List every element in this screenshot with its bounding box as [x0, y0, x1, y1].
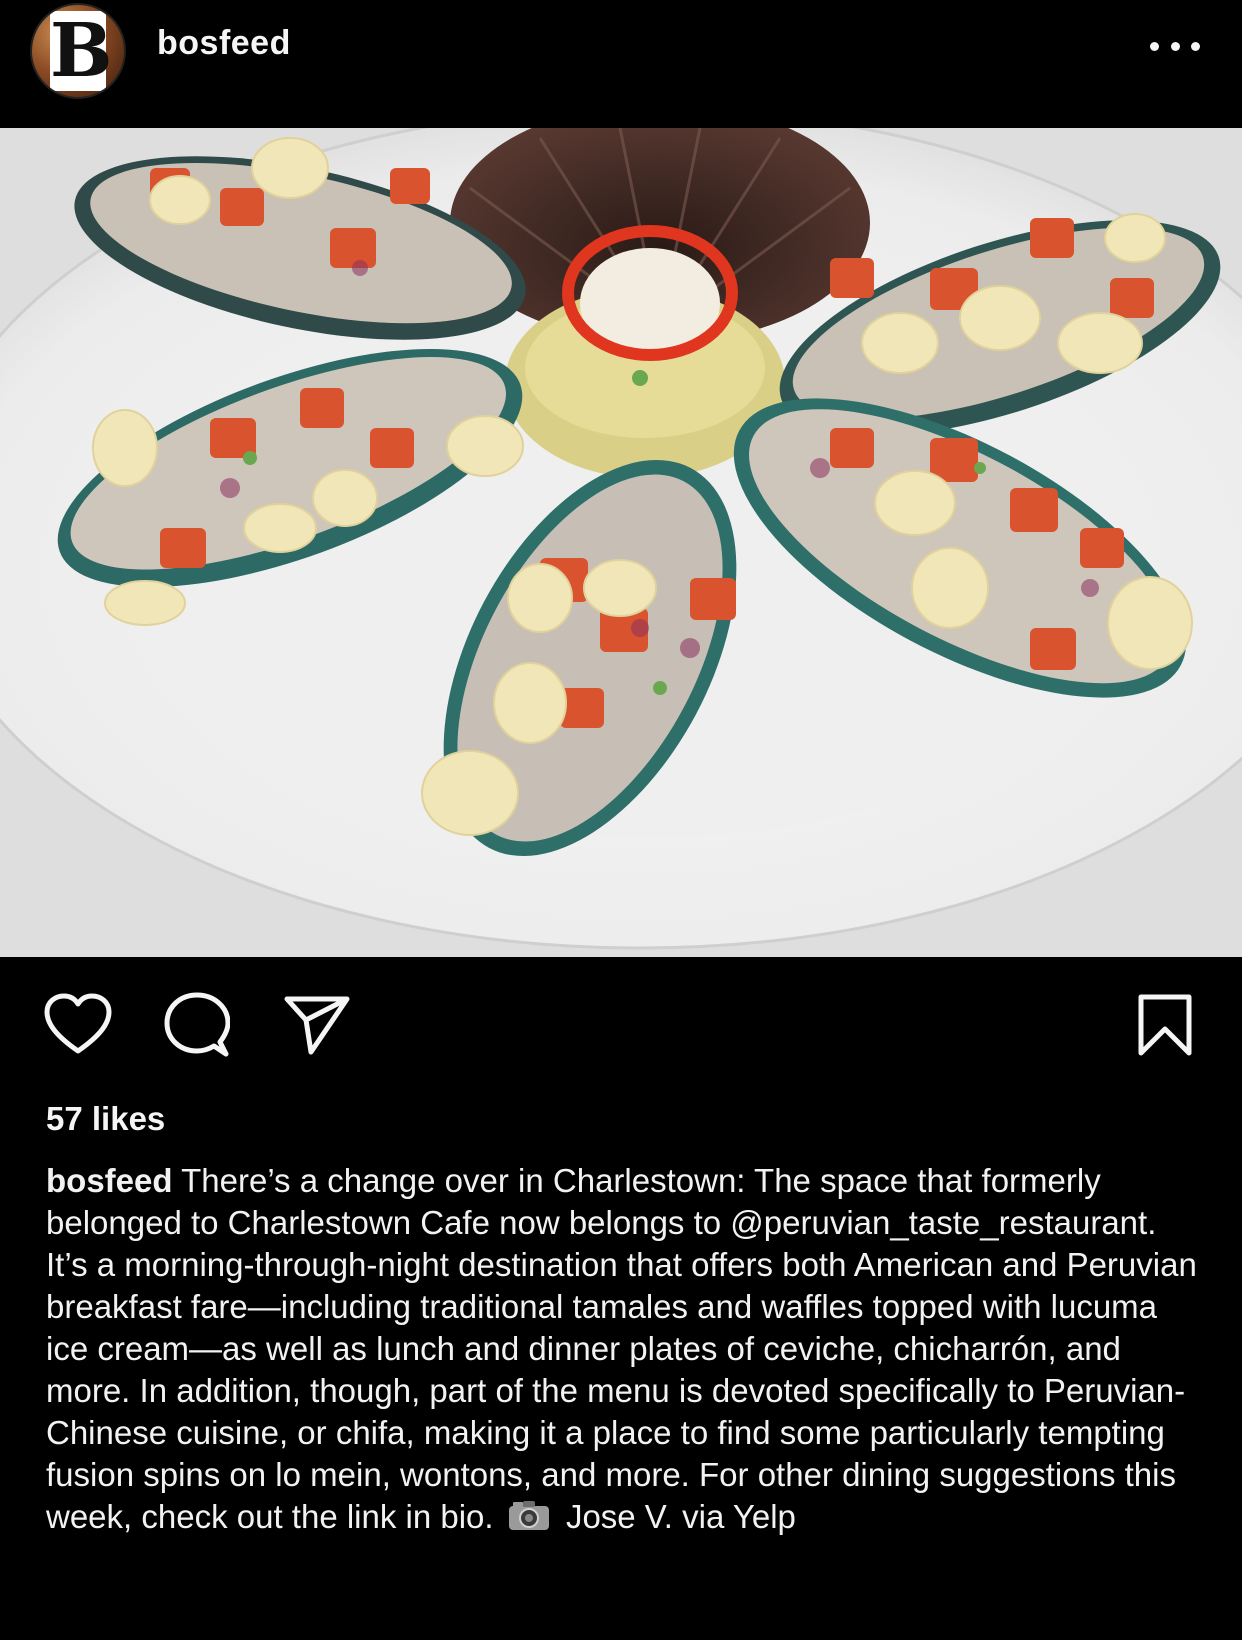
action-bar [0, 990, 1242, 1070]
post-caption: bosfeed There’s a change over in Charles… [46, 1160, 1206, 1542]
post-image[interactable] [0, 128, 1242, 957]
avatar-logo: B [50, 8, 113, 94]
likes-count[interactable]: 57 likes [46, 1100, 165, 1138]
caption-username[interactable]: bosfeed [46, 1162, 173, 1199]
more-options-icon[interactable] [1150, 34, 1200, 58]
post-header: B bosfeed [0, 0, 1242, 128]
paper-plane-icon[interactable] [282, 990, 352, 1060]
caption-text: There’s a change over in Charlestown: Th… [46, 1162, 1197, 1535]
heart-icon[interactable] [43, 990, 113, 1060]
camera-icon [507, 1500, 551, 1542]
photo-credit: Jose V. via Yelp [565, 1498, 796, 1535]
food-photo [0, 128, 1242, 957]
avatar[interactable]: B [30, 3, 126, 99]
comment-icon[interactable] [162, 990, 232, 1060]
post-username[interactable]: bosfeed [157, 24, 291, 63]
bookmark-icon[interactable] [1130, 990, 1200, 1060]
